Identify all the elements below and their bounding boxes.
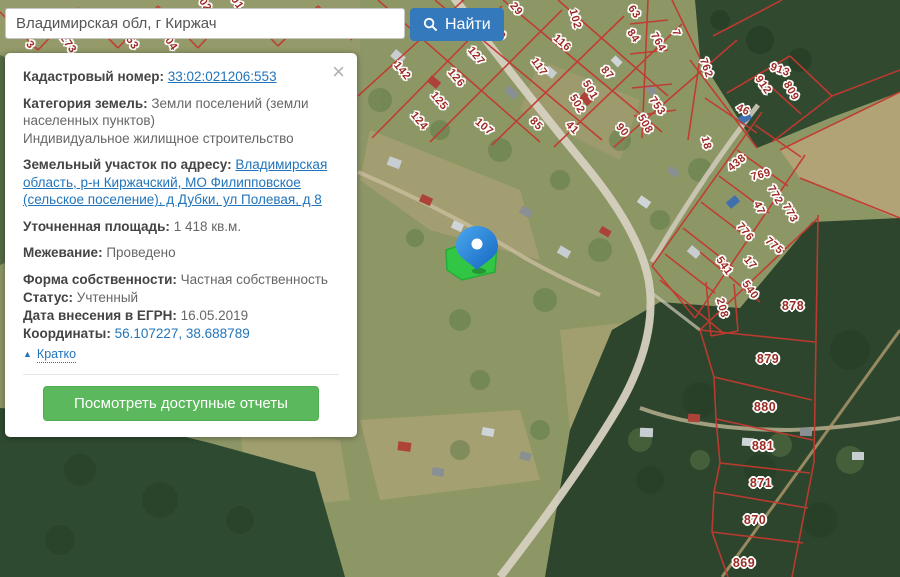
address-label: Земельный участок по адресу: xyxy=(23,157,232,173)
status-value: Учтенный xyxy=(76,289,139,305)
ownership-value: Частная собственность xyxy=(180,271,328,287)
collapse-arrow-icon: ▲ xyxy=(23,348,32,359)
egrn-date-row: Дата внесения в ЕГРН: 16.05.2019 xyxy=(23,307,339,325)
collapse-link[interactable]: ▲ Кратко xyxy=(23,346,77,363)
ownership-row: Форма собственности: Частная собственнос… xyxy=(23,271,339,289)
egrn-date-value: 16.05.2019 xyxy=(180,307,249,323)
parcel-label[interactable]: 869 xyxy=(733,556,755,570)
parcel-info-card: × Кадастровый номер: 33:02:021206:553 Ка… xyxy=(5,53,357,437)
egrn-date-label: Дата внесения в ЕГРН: xyxy=(23,307,177,323)
search-button[interactable]: Найти xyxy=(410,8,504,41)
area-label: Уточненная площадь: xyxy=(23,218,170,234)
survey-value: Проведено xyxy=(106,245,176,261)
search-bar: Найти xyxy=(5,8,504,41)
view-reports-button[interactable]: Посмотреть доступные отчеты xyxy=(43,385,319,421)
area-row: Уточненная площадь: 1 418 кв.м. xyxy=(23,218,339,236)
area-value: 1 418 кв.м. xyxy=(173,218,242,234)
survey-label: Межевание: xyxy=(23,245,103,261)
cadastral-number-label: Кадастровый номер: xyxy=(23,69,164,84)
coordinates-link[interactable]: 56.107227, 38.688789 xyxy=(115,326,250,341)
land-category-row: Категория земель: Земли поселений (земли… xyxy=(23,95,339,148)
close-icon[interactable]: × xyxy=(332,61,345,83)
parcel-label[interactable]: 881 xyxy=(752,439,774,453)
parcel-label[interactable]: 870 xyxy=(744,513,766,527)
ownership-label: Форма собственности: xyxy=(23,271,177,287)
parcel-label[interactable]: 880 xyxy=(754,400,776,414)
address-row: Земельный участок по адресу: Владимирска… xyxy=(23,156,339,209)
map-canvas[interactable]: 3273530402012912910211612714211712687125… xyxy=(0,0,900,577)
search-button-label: Найти xyxy=(445,15,491,33)
parcel-label[interactable]: 878 xyxy=(782,299,804,313)
parcel-label[interactable]: 871 xyxy=(750,476,772,490)
cadastral-number-row: Кадастровый номер: 33:02:021206:553 xyxy=(23,68,339,86)
status-label: Статус: xyxy=(23,289,73,305)
cadastral-number-link[interactable]: 33:02:021206:553 xyxy=(168,69,277,84)
land-category-label: Категория земель: xyxy=(23,95,148,111)
coordinates-row: Координаты: 56.107227, 38.688789 xyxy=(23,325,339,343)
parcel-label[interactable]: 879 xyxy=(757,352,779,366)
status-row: Статус: Учтенный xyxy=(23,289,339,307)
survey-row: Межевание: Проведено xyxy=(23,244,339,262)
search-input[interactable] xyxy=(5,8,405,39)
collapse-label: Кратко xyxy=(36,346,77,363)
card-divider xyxy=(23,373,339,375)
coordinates-label: Координаты: xyxy=(23,325,111,341)
search-icon xyxy=(423,17,438,32)
permitted-use-value: Индивидуальное жилищное строительство xyxy=(23,130,294,146)
